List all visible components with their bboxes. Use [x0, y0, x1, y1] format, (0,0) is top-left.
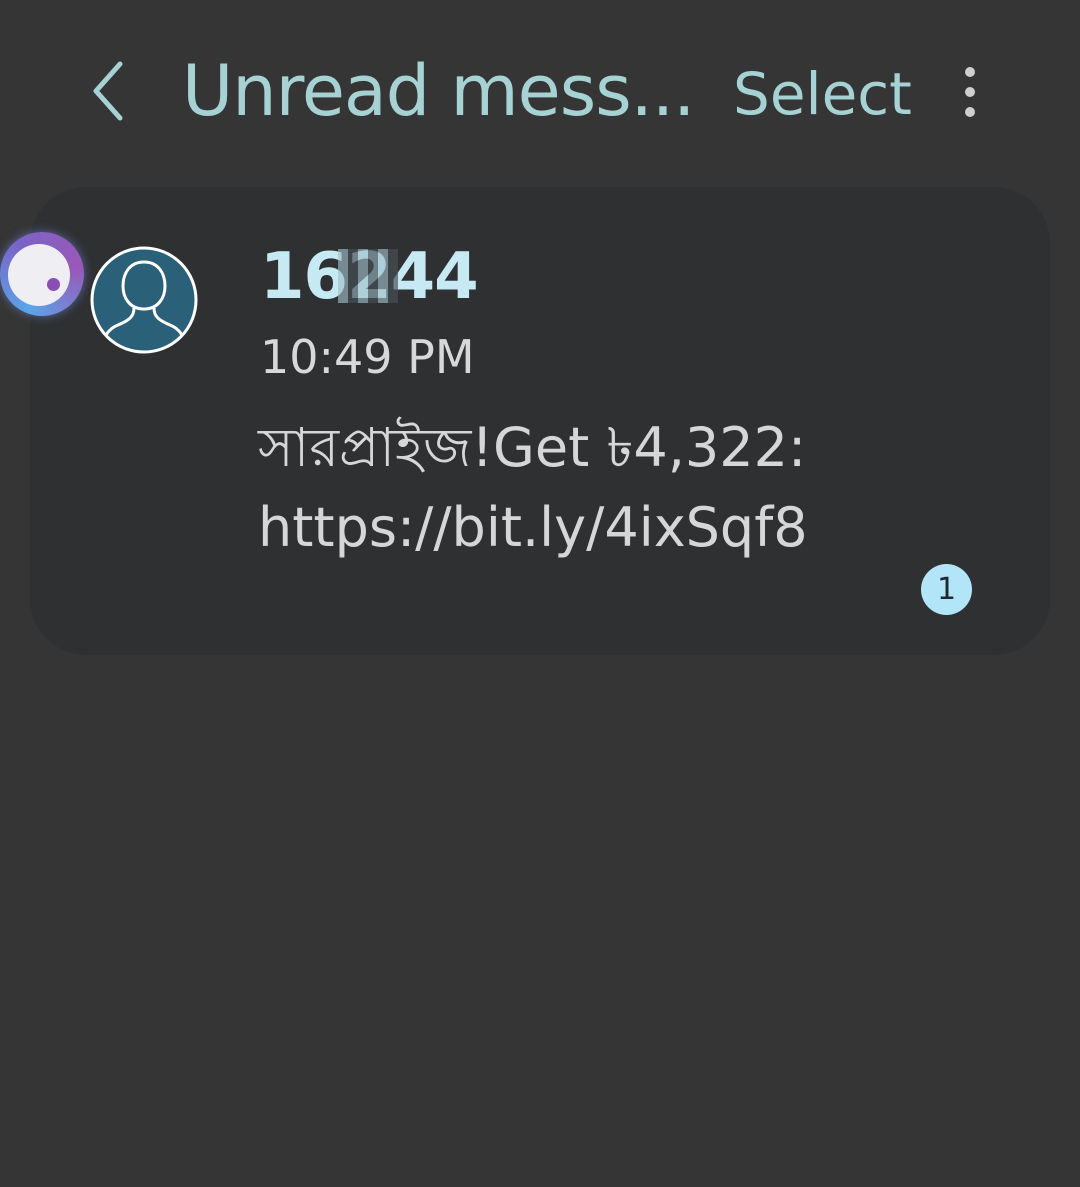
more-vertical-icon: [965, 67, 975, 117]
more-options-button[interactable]: [950, 62, 990, 122]
message-time: 10:49 PM: [260, 330, 475, 384]
message-preview: সারপ্রাইজ!Get ৳4,322: https://bit.ly/4ix…: [258, 416, 808, 559]
back-button[interactable]: [78, 58, 138, 124]
person-silhouette-icon: [90, 246, 198, 354]
avatar[interactable]: [90, 246, 198, 354]
messages-screen: Unread mess... Select 16244 10:49 PM সার: [0, 0, 1080, 1187]
unread-count-badge: 1: [921, 564, 972, 615]
redaction-mask: [338, 249, 398, 303]
page-title: Unread mess...: [182, 50, 695, 132]
floating-assistant-bubble[interactable]: [0, 232, 84, 316]
chevron-left-icon: [93, 61, 123, 121]
bubble-dot-icon: [47, 278, 60, 291]
app-bar: Unread mess... Select: [0, 0, 1080, 180]
bubble-face: [8, 244, 70, 306]
select-button[interactable]: Select: [733, 60, 912, 128]
